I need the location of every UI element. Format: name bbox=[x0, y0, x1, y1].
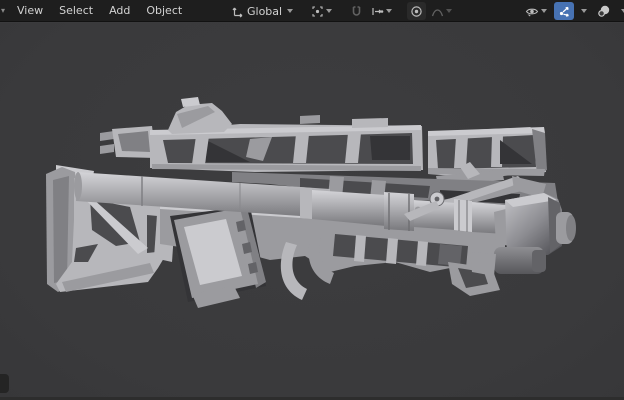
menu-select[interactable]: Select bbox=[51, 0, 101, 22]
blender-window: ▾ View Select Add Object Global bbox=[0, 0, 624, 400]
proportional-falloff-dropdown[interactable] bbox=[428, 2, 457, 20]
pivot-point-dropdown[interactable] bbox=[308, 2, 337, 20]
chevron-down-icon bbox=[446, 9, 452, 13]
chevron-down-icon bbox=[287, 9, 293, 13]
falloff-curve-icon bbox=[431, 5, 444, 18]
show-overlays-icon bbox=[597, 4, 611, 18]
show-gizmos-icon bbox=[557, 5, 571, 18]
object-visibility-eye-icon bbox=[525, 5, 539, 18]
chevron-down-icon bbox=[581, 9, 587, 13]
chevron-down-icon bbox=[541, 9, 547, 13]
upper-handguard-section-right[interactable] bbox=[428, 127, 547, 186]
show-gizmos-toggle[interactable] bbox=[554, 2, 574, 20]
rifle-model bbox=[0, 23, 624, 400]
menu-view[interactable]: View bbox=[9, 0, 51, 22]
magazine[interactable] bbox=[170, 206, 266, 308]
editor-type-chevron-icon[interactable]: ▾ bbox=[1, 6, 5, 15]
snap-target-dropdown[interactable] bbox=[368, 2, 397, 20]
display-controls bbox=[522, 0, 624, 22]
chevron-down-icon bbox=[386, 9, 392, 13]
cutoff-panel-notch bbox=[0, 374, 9, 393]
snap-toggle[interactable] bbox=[347, 2, 366, 20]
menu-add[interactable]: Add bbox=[101, 0, 138, 22]
pivot-point-icon bbox=[311, 5, 324, 18]
proportional-editing-circle-icon bbox=[410, 5, 423, 18]
gizmos-dropdown[interactable] bbox=[576, 2, 592, 20]
orientation-label: Global bbox=[247, 5, 282, 18]
header-menus: ▾ View Select Add Object bbox=[0, 0, 190, 21]
transform-controls: Global bbox=[228, 0, 457, 22]
snap-target-icon bbox=[371, 5, 384, 18]
overlays-dropdown[interactable] bbox=[616, 2, 624, 20]
magnet-icon bbox=[350, 5, 363, 18]
transform-orientation-dropdown[interactable]: Global bbox=[228, 2, 298, 20]
object-visibility-dropdown[interactable] bbox=[522, 2, 552, 20]
proportional-editing-toggle[interactable] bbox=[407, 2, 426, 20]
viewport-header: ▾ View Select Add Object Global bbox=[0, 0, 624, 22]
viewport-3d[interactable] bbox=[0, 23, 624, 400]
show-overlays-toggle[interactable] bbox=[594, 2, 614, 20]
transform-orientation-axes-icon bbox=[231, 5, 244, 18]
chevron-down-icon bbox=[326, 9, 332, 13]
menu-object[interactable]: Object bbox=[138, 0, 190, 22]
upper-handguard-section-left[interactable] bbox=[100, 97, 423, 172]
